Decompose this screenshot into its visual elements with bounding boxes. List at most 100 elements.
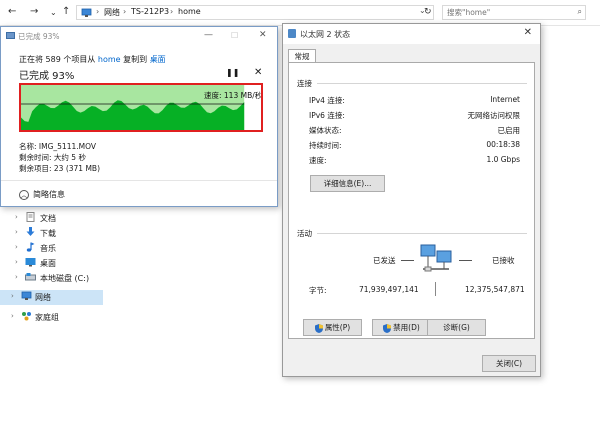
nav-item-documents[interactable]: › 文档 bbox=[0, 211, 103, 226]
nav-item-homegroup[interactable]: › 家庭组 bbox=[0, 310, 103, 325]
less-details-label: 简略信息 bbox=[33, 190, 65, 199]
transfer-speed: 速度: 113 MB/秒 bbox=[204, 91, 263, 100]
copy-window-icon bbox=[6, 32, 15, 39]
ethernet-status-dialog: 以太网 2 状态 ✕ 常规 连接 IPv4 连接: Internet IPv6 … bbox=[282, 23, 541, 377]
search-box[interactable]: ⌕ bbox=[442, 5, 586, 20]
disable-button-label: 禁用(D) bbox=[393, 323, 420, 332]
ipv4-label: IPv4 连接: bbox=[309, 96, 345, 105]
recent-locations-chevron-icon[interactable]: ⌄ bbox=[50, 8, 57, 17]
minimize-icon[interactable]: — bbox=[204, 30, 213, 40]
disable-button[interactable]: 禁用(D) bbox=[372, 319, 431, 336]
bytes-sent-value: 71,939,497,141 bbox=[359, 285, 419, 294]
file-name: 名称: IMG_5111.MOV bbox=[19, 142, 96, 151]
nav-item-label: 本地磁盘 (C:) bbox=[40, 274, 90, 283]
general-tab-panel: 连接 IPv4 连接: Internet IPv6 连接: 无网络访问权限 媒体… bbox=[288, 62, 535, 339]
divider bbox=[401, 260, 414, 261]
breadcrumb-separator-icon: › bbox=[123, 7, 127, 16]
sent-label: 已发送 bbox=[373, 256, 396, 265]
music-icon bbox=[26, 242, 35, 252]
nav-item-label: 下载 bbox=[40, 229, 56, 238]
divider bbox=[317, 233, 527, 234]
refresh-icon[interactable]: ↻ bbox=[424, 7, 432, 17]
ipv6-value: 无网络访问权限 bbox=[467, 111, 521, 120]
copy-status-text: 复制到 bbox=[120, 55, 150, 64]
ipv6-label: IPv6 连接: bbox=[309, 111, 345, 120]
remaining-items: 剩余项目: 23 (371 MB) bbox=[19, 164, 101, 173]
forward-arrow-icon[interactable]: → bbox=[30, 6, 38, 17]
expand-chevron-icon[interactable]: › bbox=[11, 292, 14, 300]
nav-item-music[interactable]: › 音乐 bbox=[0, 241, 103, 256]
expand-chevron-icon[interactable]: › bbox=[15, 243, 18, 251]
nav-item-label: 文档 bbox=[40, 214, 56, 223]
expand-chevron-icon[interactable]: › bbox=[15, 228, 18, 236]
nav-item-label: 网络 bbox=[35, 293, 51, 302]
divider bbox=[459, 260, 472, 261]
duration-value: 00:18:38 bbox=[486, 140, 520, 149]
expand-chevron-icon[interactable]: › bbox=[11, 312, 14, 320]
media-state-value: 已启用 bbox=[497, 126, 521, 135]
details-button[interactable]: 详细信息(E)... bbox=[310, 175, 385, 192]
nav-item-label: 桌面 bbox=[40, 259, 56, 268]
bytes-label: 字节: bbox=[309, 286, 327, 295]
remaining-time: 剩余时间: 大约 5 秒 bbox=[19, 153, 86, 162]
connection-group-label: 连接 bbox=[297, 79, 312, 88]
up-arrow-icon[interactable]: ↑ bbox=[62, 6, 70, 17]
documents-icon bbox=[26, 212, 35, 222]
network-icon bbox=[21, 291, 32, 300]
breadcrumb-home[interactable]: home bbox=[178, 7, 201, 16]
back-arrow-icon[interactable]: ← bbox=[8, 6, 16, 17]
expand-chevron-icon[interactable]: › bbox=[15, 273, 18, 281]
network-adapter-icon bbox=[288, 29, 296, 38]
network-activity-icon bbox=[420, 244, 452, 272]
speed-label: 速度: bbox=[309, 156, 327, 165]
diagnose-button[interactable]: 诊断(G) bbox=[427, 319, 486, 336]
divider bbox=[435, 282, 436, 296]
ethernet-dialog-titlebar[interactable]: 以太网 2 状态 ✕ bbox=[283, 24, 540, 44]
copy-dialog-title: 已完成 93% bbox=[18, 32, 60, 41]
breadcrumb-separator-icon: › bbox=[170, 7, 174, 16]
expand-chevron-icon[interactable]: › bbox=[15, 213, 18, 221]
address-box[interactable]: › 网络 › TS-212P3 › home ⌄ bbox=[76, 5, 434, 20]
properties-button[interactable]: 属性(P) bbox=[303, 319, 362, 336]
activity-group-label: 活动 bbox=[297, 229, 312, 238]
shield-icon bbox=[383, 323, 392, 333]
chevron-up-icon: ︿ bbox=[19, 189, 29, 200]
nav-item-label: 音乐 bbox=[40, 244, 56, 253]
source-link[interactable]: home bbox=[98, 55, 121, 64]
breadcrumb-network[interactable]: 网络 bbox=[104, 7, 120, 18]
copy-status-line: 正在将 589 个项目从 home 复制到 桌面 bbox=[19, 54, 166, 65]
close-icon[interactable]: ✕ bbox=[524, 27, 532, 38]
breadcrumb-separator-icon: › bbox=[96, 7, 100, 16]
shield-icon bbox=[314, 323, 323, 333]
percent-complete: 已完成 93% bbox=[19, 71, 75, 82]
divider bbox=[317, 83, 527, 84]
copy-dialog-titlebar[interactable]: 已完成 93% — ☐ ✕ bbox=[1, 27, 277, 44]
maximize-icon: ☐ bbox=[231, 31, 239, 40]
stop-icon[interactable]: ✕ bbox=[254, 67, 262, 78]
copy-progress-dialog: 已完成 93% — ☐ ✕ 正在将 589 个项目从 home 复制到 桌面 已… bbox=[0, 26, 278, 207]
destination-link[interactable]: 桌面 bbox=[150, 55, 166, 64]
transfer-speed-graph: 速度: 113 MB/秒 bbox=[19, 83, 263, 132]
nav-item-downloads[interactable]: › 下载 bbox=[0, 226, 103, 241]
close-icon[interactable]: ✕ bbox=[259, 30, 267, 40]
nav-item-desktop[interactable]: › 桌面 bbox=[0, 256, 103, 271]
search-input[interactable] bbox=[447, 7, 567, 18]
tab-general[interactable]: 常规 bbox=[288, 49, 316, 63]
close-button[interactable]: 关闭(C) bbox=[482, 355, 536, 372]
bytes-received-value: 12,375,547,871 bbox=[465, 285, 525, 294]
pause-icon[interactable]: ❚❚ bbox=[226, 68, 239, 77]
expand-chevron-icon[interactable]: › bbox=[15, 258, 18, 266]
nav-item-network[interactable]: › 网络 bbox=[0, 290, 103, 305]
drive-icon bbox=[25, 273, 36, 281]
less-details-toggle[interactable]: ︿ 简略信息 bbox=[19, 189, 65, 200]
nav-item-local-disk[interactable]: › 本地磁盘 (C:) bbox=[0, 271, 103, 286]
homegroup-icon bbox=[22, 312, 31, 321]
breadcrumb-nas[interactable]: TS-212P3 bbox=[131, 7, 169, 16]
network-location-icon bbox=[81, 8, 92, 17]
download-icon bbox=[26, 227, 35, 236]
media-state-label: 媒体状态: bbox=[309, 126, 342, 135]
ipv4-value: Internet bbox=[490, 95, 520, 104]
divider bbox=[1, 180, 277, 181]
received-label: 已接收 bbox=[492, 256, 515, 265]
nav-item-label: 家庭组 bbox=[35, 313, 59, 322]
